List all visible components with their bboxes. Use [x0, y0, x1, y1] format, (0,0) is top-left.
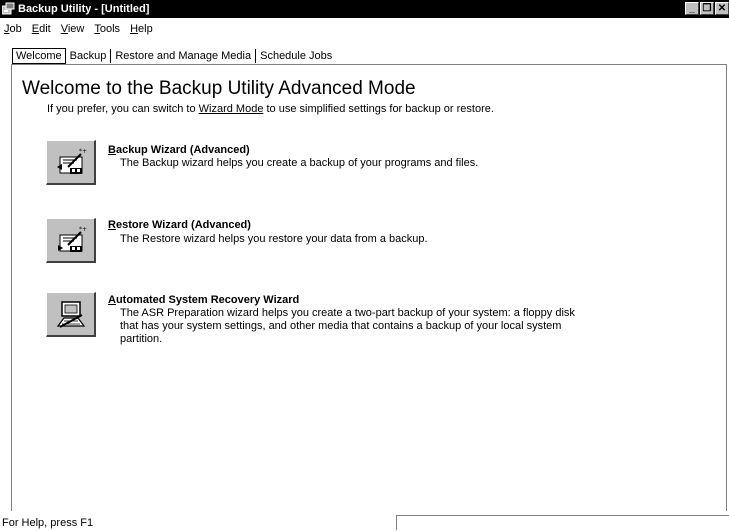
- restore-wizard-description: The Restore wizard helps you restore you…: [120, 233, 428, 245]
- asr-wizard-icon: [56, 301, 85, 328]
- menu-job[interactable]: Job: [0, 20, 28, 38]
- restore-wizard-button[interactable]: *+: [46, 218, 96, 263]
- menu-help[interactable]: Help: [126, 20, 159, 38]
- menu-edit[interactable]: Edit: [28, 20, 57, 38]
- tab-welcome[interactable]: Welcome: [12, 48, 66, 64]
- tab-schedule-jobs[interactable]: Schedule Jobs: [256, 49, 336, 63]
- tab-panel: [11, 64, 727, 511]
- status-text: For Help, press F1: [2, 517, 94, 529]
- restore-button[interactable]: ❐: [700, 2, 714, 15]
- restore-wizard-title[interactable]: Restore Wizard (Advanced): [108, 218, 251, 232]
- close-button[interactable]: ✕: [715, 2, 729, 15]
- backup-wizard-icon: *+: [56, 148, 87, 174]
- wizard-mode-link[interactable]: Wizard Mode: [199, 103, 264, 115]
- status-panel: [396, 515, 729, 530]
- menu-view[interactable]: View: [57, 20, 91, 38]
- page-title: Welcome to the Backup Utility Advanced M…: [22, 78, 416, 99]
- tab-restore-and-manage-media[interactable]: Restore and Manage Media: [111, 49, 257, 63]
- asr-wizard-button[interactable]: [46, 292, 96, 337]
- window-title: Backup Utility - [Untitled]: [18, 3, 150, 15]
- restore-wizard-icon: *+: [57, 226, 87, 252]
- title-bar: Backup Utility - [Untitled] _ ❐ ✕: [0, 0, 729, 18]
- asr-wizard-description: The ASR Preparation wizard helps you cre…: [120, 307, 575, 345]
- backup-wizard-button[interactable]: *+: [46, 140, 96, 185]
- menu-bar: Job Edit View Tools Help: [0, 20, 729, 38]
- tab-backup[interactable]: Backup: [66, 49, 112, 63]
- backup-wizard-description: The Backup wizard helps you create a bac…: [120, 157, 479, 169]
- window-controls: _ ❐ ✕: [685, 2, 729, 16]
- minimize-button[interactable]: _: [685, 2, 699, 15]
- menu-tools[interactable]: Tools: [90, 20, 126, 38]
- svg-text:*+: *+: [79, 148, 87, 155]
- status-bar: For Help, press F1: [0, 514, 729, 531]
- backup-wizard-title[interactable]: Backup Wizard (Advanced): [108, 143, 250, 157]
- svg-text:*+: *+: [79, 226, 87, 233]
- intro-text: If you prefer, you can switch to Wizard …: [47, 103, 494, 115]
- tab-strip: Welcome Backup Restore and Manage Media …: [12, 48, 336, 64]
- backup-app-icon: [2, 2, 15, 15]
- asr-wizard-title[interactable]: Automated System Recovery Wizard: [108, 293, 299, 307]
